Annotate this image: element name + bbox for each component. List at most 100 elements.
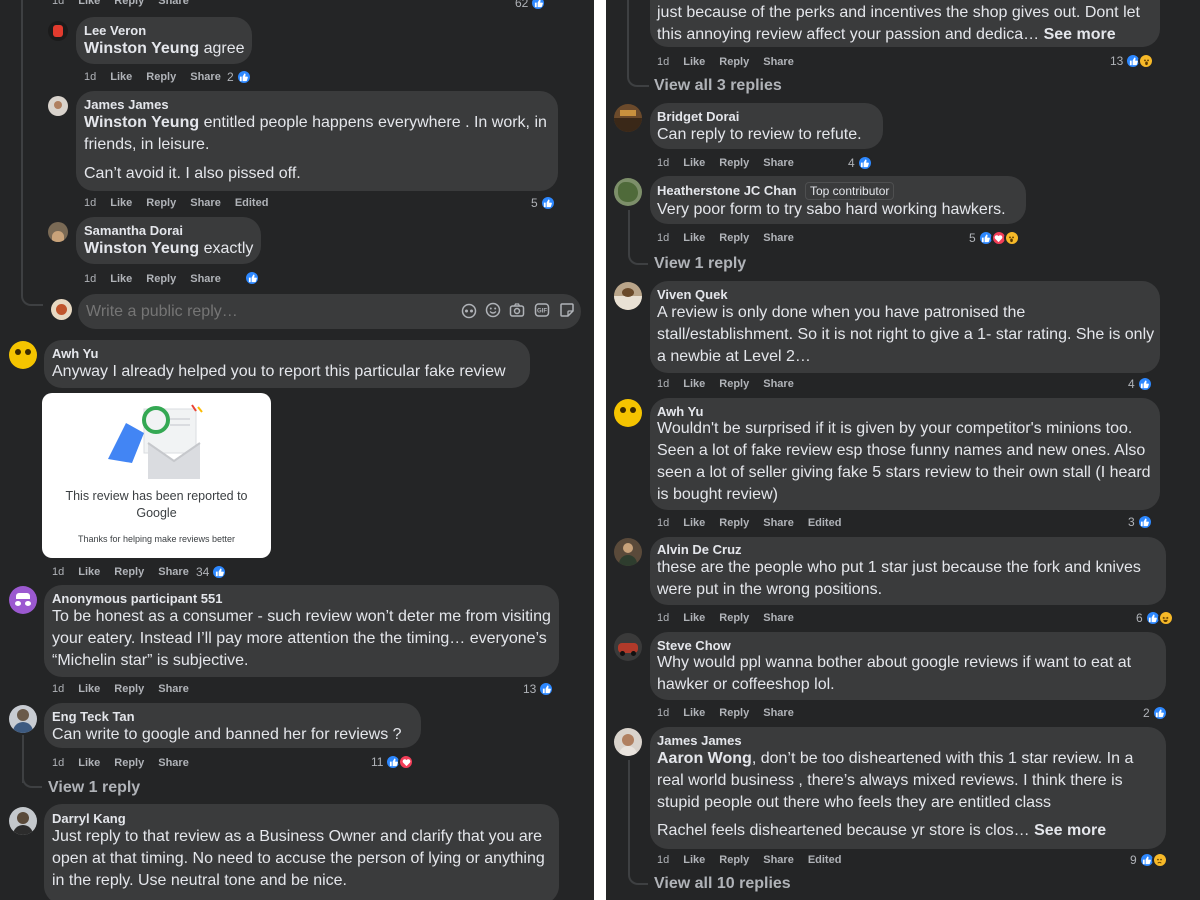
share-link[interactable]: Share — [158, 0, 189, 7]
commenter-name[interactable]: James James — [84, 97, 169, 112]
reply-link[interactable]: Reply — [114, 683, 144, 695]
see-more-link[interactable]: See more — [1044, 26, 1116, 43]
share-link[interactable]: Share — [763, 378, 794, 390]
reply-link[interactable]: Reply — [719, 707, 749, 719]
like-link[interactable]: Like — [683, 157, 705, 169]
avatar[interactable] — [9, 341, 37, 369]
commenter-name[interactable]: Eng Teck Tan — [52, 709, 135, 724]
like-link[interactable]: Like — [683, 854, 705, 866]
like-link[interactable]: Like — [683, 517, 705, 529]
reaction-count[interactable]: 2 — [1143, 705, 1168, 721]
share-link[interactable]: Share — [763, 56, 794, 68]
anonymous-avatar-icon[interactable] — [9, 586, 37, 614]
reply-link[interactable]: Reply — [719, 232, 749, 244]
edited-label[interactable]: Edited — [235, 197, 269, 209]
top-contributor-badge[interactable]: Top contributor — [805, 182, 895, 200]
like-link[interactable]: Like — [683, 232, 705, 244]
share-link[interactable]: Share — [763, 232, 794, 244]
share-link[interactable]: Share — [190, 197, 221, 209]
like-link[interactable]: Like — [78, 757, 100, 769]
reply-link[interactable]: Reply — [719, 157, 749, 169]
avatar[interactable] — [48, 21, 68, 41]
reaction-count[interactable]: 5 — [969, 230, 1020, 246]
report-card-image[interactable]: This review has been reported to Google … — [42, 393, 271, 558]
share-link[interactable]: Share — [763, 707, 794, 719]
like-link[interactable]: Like — [78, 0, 100, 7]
commenter-name[interactable]: James James — [657, 733, 742, 748]
commenter-name[interactable]: Awh Yu — [52, 346, 98, 361]
view-replies-link[interactable]: View 1 reply — [654, 255, 746, 273]
reply-link[interactable]: Reply — [719, 612, 749, 624]
reaction-count[interactable]: 9 — [1130, 852, 1168, 868]
share-link[interactable]: Share — [763, 854, 794, 866]
commenter-name[interactable]: Lee Veron — [84, 23, 146, 38]
commenter-name[interactable]: Steve Chow — [657, 638, 731, 653]
like-link[interactable]: Like — [110, 197, 132, 209]
edited-label[interactable]: Edited — [808, 854, 842, 866]
reaction-count[interactable]: 13 — [523, 681, 555, 697]
reaction-count[interactable]: 5 — [531, 195, 556, 211]
reaction-count[interactable]: 2 — [227, 69, 252, 85]
avatar[interactable] — [614, 633, 642, 661]
commenter-name[interactable]: Samantha Dorai — [84, 223, 183, 238]
like-link[interactable]: Like — [78, 566, 100, 578]
like-link[interactable]: Like — [683, 378, 705, 390]
mention-link[interactable]: Aaron Wong — [657, 750, 752, 767]
commenter-name[interactable]: Darryl Kang — [52, 811, 126, 826]
like-link[interactable]: Like — [683, 612, 705, 624]
mention-link[interactable]: Winston Yeung — [84, 240, 199, 257]
gif-icon[interactable]: GIF — [534, 302, 550, 323]
view-replies-link[interactable]: View all 10 replies — [654, 875, 791, 893]
like-link[interactable]: Like — [683, 707, 705, 719]
avatar[interactable] — [48, 222, 68, 242]
avatar[interactable] — [614, 178, 642, 206]
reaction-count[interactable]: 6 — [1136, 610, 1174, 626]
share-link[interactable]: Share — [158, 566, 189, 578]
avatar[interactable] — [9, 705, 37, 733]
camera-icon[interactable] — [509, 302, 525, 323]
avatar[interactable] — [614, 399, 642, 427]
reply-link[interactable]: Reply — [719, 854, 749, 866]
edited-label[interactable]: Edited — [808, 517, 842, 529]
view-replies-link[interactable]: View 1 reply — [48, 779, 140, 797]
emoji-icon[interactable] — [485, 302, 501, 323]
reply-link[interactable]: Reply — [719, 378, 749, 390]
reaction-count[interactable] — [244, 270, 260, 286]
reply-input[interactable] — [86, 300, 446, 324]
avatar[interactable] — [614, 728, 642, 756]
like-link[interactable]: Like — [110, 71, 132, 83]
avatar[interactable] — [614, 538, 642, 566]
view-replies-link[interactable]: View all 3 replies — [654, 77, 782, 95]
share-link[interactable]: Share — [763, 157, 794, 169]
avatar[interactable] — [614, 282, 642, 310]
share-link[interactable]: Share — [763, 517, 794, 529]
reply-link[interactable]: Reply — [114, 566, 144, 578]
commenter-name[interactable]: Viven Quek — [657, 287, 728, 302]
like-link[interactable]: Like — [683, 56, 705, 68]
avatar[interactable] — [51, 299, 72, 320]
mention-link[interactable]: Winston Yeung — [84, 114, 199, 131]
commenter-name[interactable]: Bridget Dorai — [657, 109, 739, 124]
reply-link[interactable]: Reply — [719, 56, 749, 68]
mention-link[interactable]: Winston Yeung — [84, 40, 199, 57]
like-link[interactable]: Like — [110, 273, 132, 285]
commenter-name[interactable]: Heatherstone JC Chan — [657, 183, 796, 198]
avatar[interactable] — [9, 807, 37, 835]
share-link[interactable]: Share — [190, 71, 221, 83]
like-link[interactable]: Like — [78, 683, 100, 695]
commenter-name[interactable]: Alvin De Cruz — [657, 542, 742, 557]
share-link[interactable]: Share — [158, 683, 189, 695]
avatar-sticker-icon[interactable] — [461, 303, 477, 324]
reaction-count[interactable]: 34 — [196, 564, 228, 580]
reply-link[interactable]: Reply — [146, 273, 176, 285]
commenter-name[interactable]: Anonymous participant 551 — [52, 591, 222, 606]
reply-link[interactable]: Reply — [146, 71, 176, 83]
reaction-count[interactable]: 4 — [848, 155, 873, 171]
reply-link[interactable]: Reply — [114, 0, 144, 7]
reaction-count[interactable]: 4 — [1128, 376, 1153, 392]
reply-link[interactable]: Reply — [146, 197, 176, 209]
reaction-count[interactable]: 13 — [1110, 53, 1155, 69]
reply-link[interactable]: Reply — [114, 757, 144, 769]
commenter-name[interactable]: Awh Yu — [657, 404, 703, 419]
avatar[interactable] — [48, 96, 68, 116]
